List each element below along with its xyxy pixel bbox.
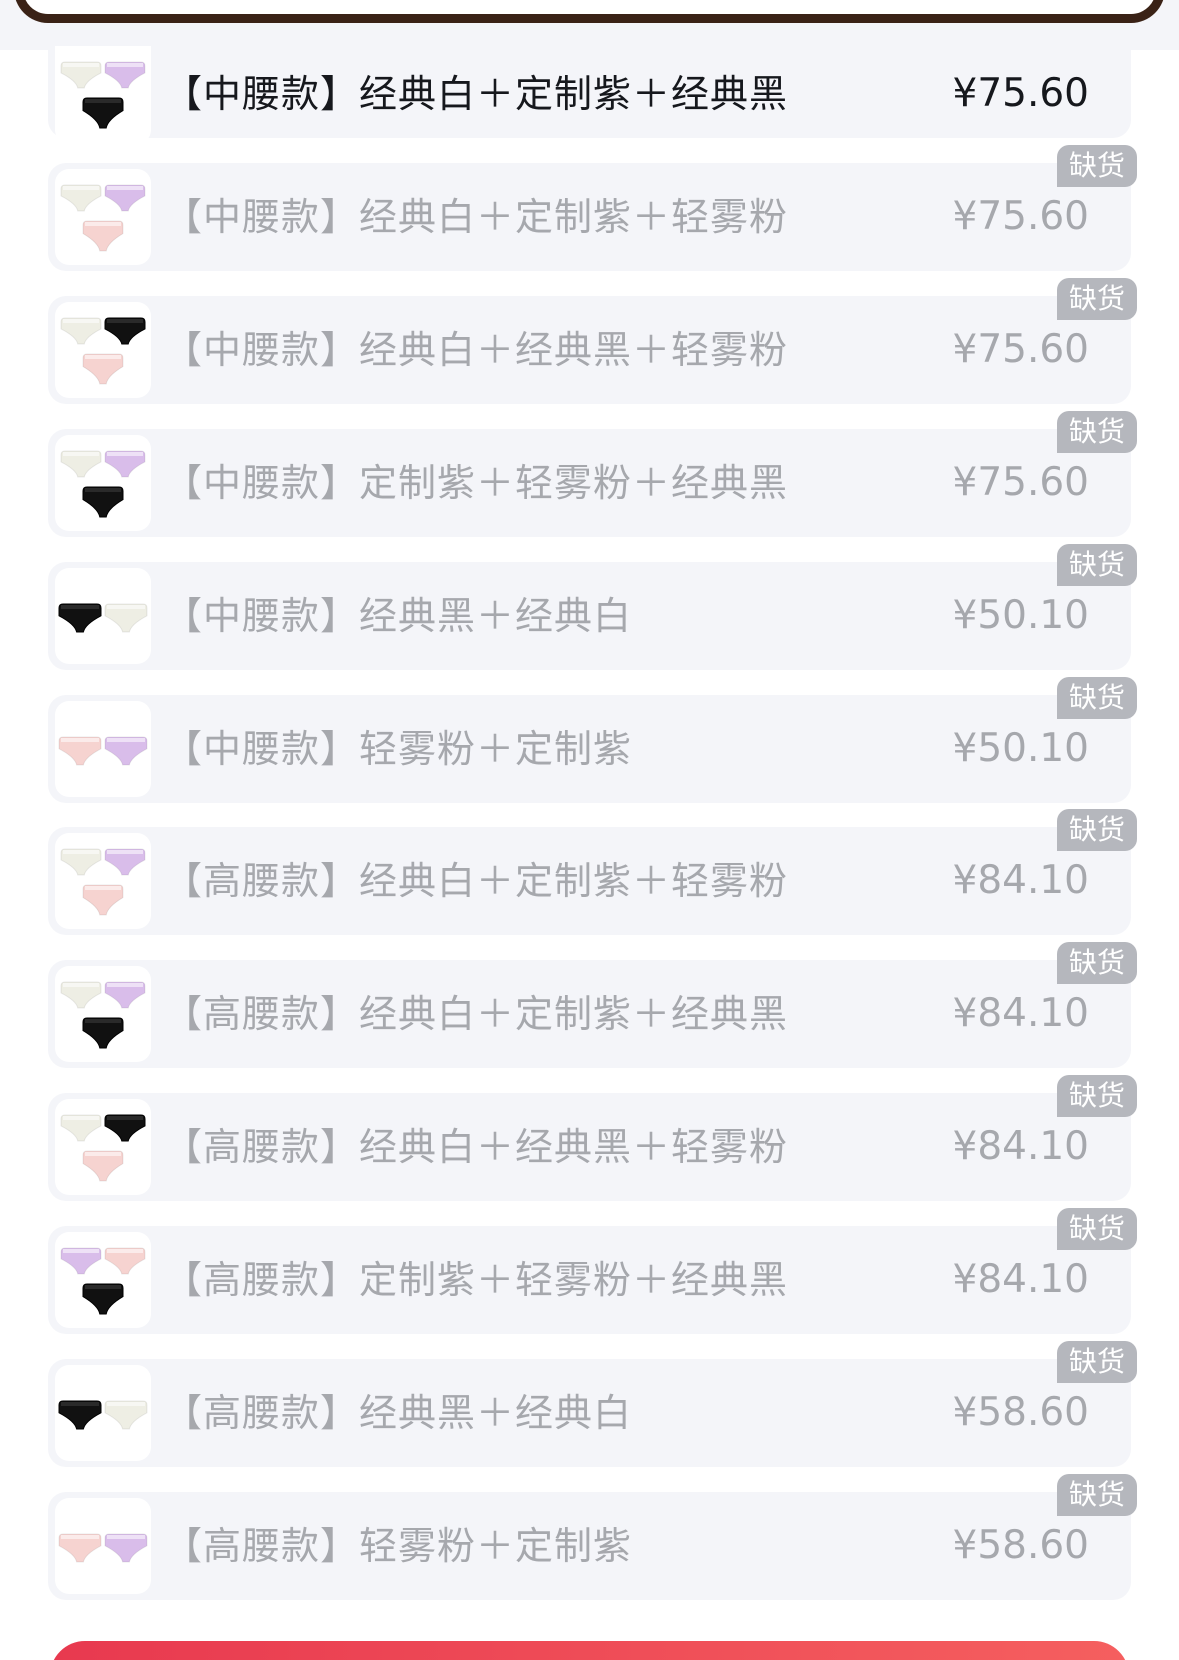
product-thumbnail bbox=[55, 701, 151, 797]
out-of-stock-badge: 缺货 bbox=[1056, 544, 1137, 586]
product-thumbnail bbox=[55, 435, 151, 531]
product-thumbnail-image bbox=[60, 848, 146, 916]
product-thumbnail bbox=[55, 1498, 151, 1594]
pink-brief-swatch bbox=[82, 884, 124, 916]
pink-brief-swatch bbox=[82, 220, 124, 252]
product-thumbnail-image bbox=[60, 1247, 146, 1315]
purple-brief-swatch bbox=[104, 1533, 148, 1563]
white-brief-swatch bbox=[60, 317, 102, 345]
out-of-stock-badge: 缺货 bbox=[1056, 809, 1137, 851]
sku-option-label: 【高腰款】定制紫＋轻雾粉＋经典黑 bbox=[164, 1258, 789, 1302]
product-thumbnail-image bbox=[60, 61, 146, 129]
out-of-stock-badge: 缺货 bbox=[1056, 1341, 1137, 1383]
sku-option-row[interactable]: 【高腰款】经典白＋经典黑＋轻雾粉 ¥84.10 缺货 bbox=[48, 1075, 1137, 1201]
product-thumbnail-image bbox=[58, 603, 148, 633]
purple-brief-swatch bbox=[104, 450, 146, 478]
white-brief-swatch bbox=[60, 1114, 102, 1142]
pink-brief-swatch bbox=[58, 736, 102, 766]
product-thumbnail bbox=[55, 966, 151, 1062]
product-thumbnail-image bbox=[58, 736, 148, 766]
sku-option-row[interactable]: 【高腰款】经典黑＋经典白 ¥58.60 缺货 bbox=[48, 1341, 1137, 1467]
white-brief-swatch bbox=[60, 450, 102, 478]
black-brief-swatch bbox=[82, 486, 124, 518]
out-of-stock-badge: 缺货 bbox=[1056, 411, 1137, 453]
product-thumbnail bbox=[55, 833, 151, 929]
out-of-stock-badge: 缺货 bbox=[1056, 1208, 1137, 1250]
out-of-stock-badge: 缺货 bbox=[1056, 942, 1137, 984]
out-of-stock-badge: 缺货 bbox=[1056, 145, 1137, 187]
product-thumbnail bbox=[55, 568, 151, 664]
sku-option-row[interactable]: 【中腰款】经典白＋定制紫＋轻雾粉 ¥75.60 缺货 bbox=[48, 145, 1137, 271]
sku-option-label: 【高腰款】经典黑＋经典白 bbox=[164, 1391, 633, 1435]
purple-brief-swatch bbox=[104, 736, 148, 766]
pink-brief-swatch bbox=[82, 1150, 124, 1182]
sku-option-row[interactable]: 【高腰款】经典白＋定制紫＋经典黑 ¥84.10 缺货 bbox=[48, 942, 1137, 1068]
product-thumbnail-image bbox=[60, 317, 146, 385]
out-of-stock-badge: 缺货 bbox=[1056, 278, 1137, 320]
product-thumbnail bbox=[55, 302, 151, 398]
white-brief-swatch bbox=[60, 184, 102, 212]
sku-option-label: 【中腰款】经典白＋定制紫＋经典黑 bbox=[164, 72, 789, 116]
product-thumbnail-image bbox=[60, 184, 146, 252]
sku-option-label: 【高腰款】经典白＋定制紫＋轻雾粉 bbox=[164, 859, 789, 903]
purple-brief-swatch bbox=[104, 184, 146, 212]
out-of-stock-badge: 缺货 bbox=[1056, 1474, 1137, 1516]
sku-option-label: 【中腰款】定制紫＋轻雾粉＋经典黑 bbox=[164, 461, 789, 505]
sku-option-row[interactable]: 【中腰款】经典白＋经典黑＋轻雾粉 ¥75.60 缺货 bbox=[48, 278, 1137, 404]
bottom-action-button[interactable] bbox=[50, 1641, 1129, 1660]
purple-brief-swatch bbox=[104, 848, 146, 876]
sku-option-row[interactable]: 【中腰款】轻雾粉＋定制紫 ¥50.10 缺货 bbox=[48, 677, 1137, 803]
product-thumbnail-image bbox=[58, 1400, 148, 1430]
white-brief-swatch bbox=[104, 1400, 148, 1430]
product-thumbnail bbox=[55, 1365, 151, 1461]
sku-option-label: 【中腰款】经典白＋经典黑＋轻雾粉 bbox=[164, 328, 789, 372]
product-thumbnail bbox=[55, 46, 151, 144]
black-brief-swatch bbox=[104, 317, 146, 345]
sku-option-row[interactable]: 【中腰款】定制紫＋轻雾粉＋经典黑 ¥75.60 缺货 bbox=[48, 411, 1137, 537]
purple-brief-swatch bbox=[104, 981, 146, 1009]
black-brief-swatch bbox=[104, 1114, 146, 1142]
pink-brief-swatch bbox=[58, 1533, 102, 1563]
sku-option-label: 【中腰款】经典白＋定制紫＋轻雾粉 bbox=[164, 195, 789, 239]
product-thumbnail bbox=[55, 169, 151, 265]
purple-brief-swatch bbox=[60, 1247, 102, 1275]
black-brief-swatch bbox=[82, 97, 124, 129]
sku-option-label: 【中腰款】经典黑＋经典白 bbox=[164, 594, 633, 638]
black-brief-swatch bbox=[58, 603, 102, 633]
product-thumbnail-image bbox=[60, 981, 146, 1049]
out-of-stock-badge: 缺货 bbox=[1056, 677, 1137, 719]
product-thumbnail bbox=[55, 1099, 151, 1195]
purple-brief-swatch bbox=[104, 61, 146, 89]
header-card-frame bbox=[14, 0, 1165, 23]
sku-option-row[interactable]: 【高腰款】经典白＋定制紫＋轻雾粉 ¥84.10 缺货 bbox=[48, 809, 1137, 935]
white-brief-swatch bbox=[60, 848, 102, 876]
sku-option-row[interactable]: 【高腰款】定制紫＋轻雾粉＋经典黑 ¥84.10 缺货 bbox=[48, 1208, 1137, 1334]
white-brief-swatch bbox=[104, 603, 148, 633]
product-thumbnail-image bbox=[58, 1533, 148, 1563]
sku-selection-page: 【中腰款】经典白＋定制紫＋经典黑 ¥75.60 【中腰款】经典白＋定制紫＋轻雾粉 ¥7… bbox=[0, 0, 1179, 1660]
sku-option-label: 【高腰款】经典白＋定制紫＋经典黑 bbox=[164, 992, 789, 1036]
white-brief-swatch bbox=[60, 981, 102, 1009]
pink-brief-swatch bbox=[82, 353, 124, 385]
sku-option-price: ¥75.60 bbox=[952, 71, 1089, 116]
product-thumbnail bbox=[55, 1232, 151, 1328]
pink-brief-swatch bbox=[104, 1247, 146, 1275]
sku-option-label: 【高腰款】轻雾粉＋定制紫 bbox=[164, 1524, 633, 1568]
sku-option-row[interactable]: 【高腰款】轻雾粉＋定制紫 ¥58.60 缺货 bbox=[48, 1474, 1137, 1600]
out-of-stock-badge: 缺货 bbox=[1056, 1075, 1137, 1117]
black-brief-swatch bbox=[82, 1283, 124, 1315]
sku-option-row[interactable]: 【中腰款】经典白＋定制紫＋经典黑 ¥75.60 bbox=[48, 44, 1131, 144]
white-brief-swatch bbox=[60, 61, 102, 89]
black-brief-swatch bbox=[58, 1400, 102, 1430]
product-thumbnail-image bbox=[60, 1114, 146, 1182]
product-thumbnail-image bbox=[60, 450, 146, 518]
sku-option-label: 【中腰款】轻雾粉＋定制紫 bbox=[164, 727, 633, 771]
sku-option-row[interactable]: 【中腰款】经典黑＋经典白 ¥50.10 缺货 bbox=[48, 544, 1137, 670]
sku-option-label: 【高腰款】经典白＋经典黑＋轻雾粉 bbox=[164, 1125, 789, 1169]
black-brief-swatch bbox=[82, 1017, 124, 1049]
